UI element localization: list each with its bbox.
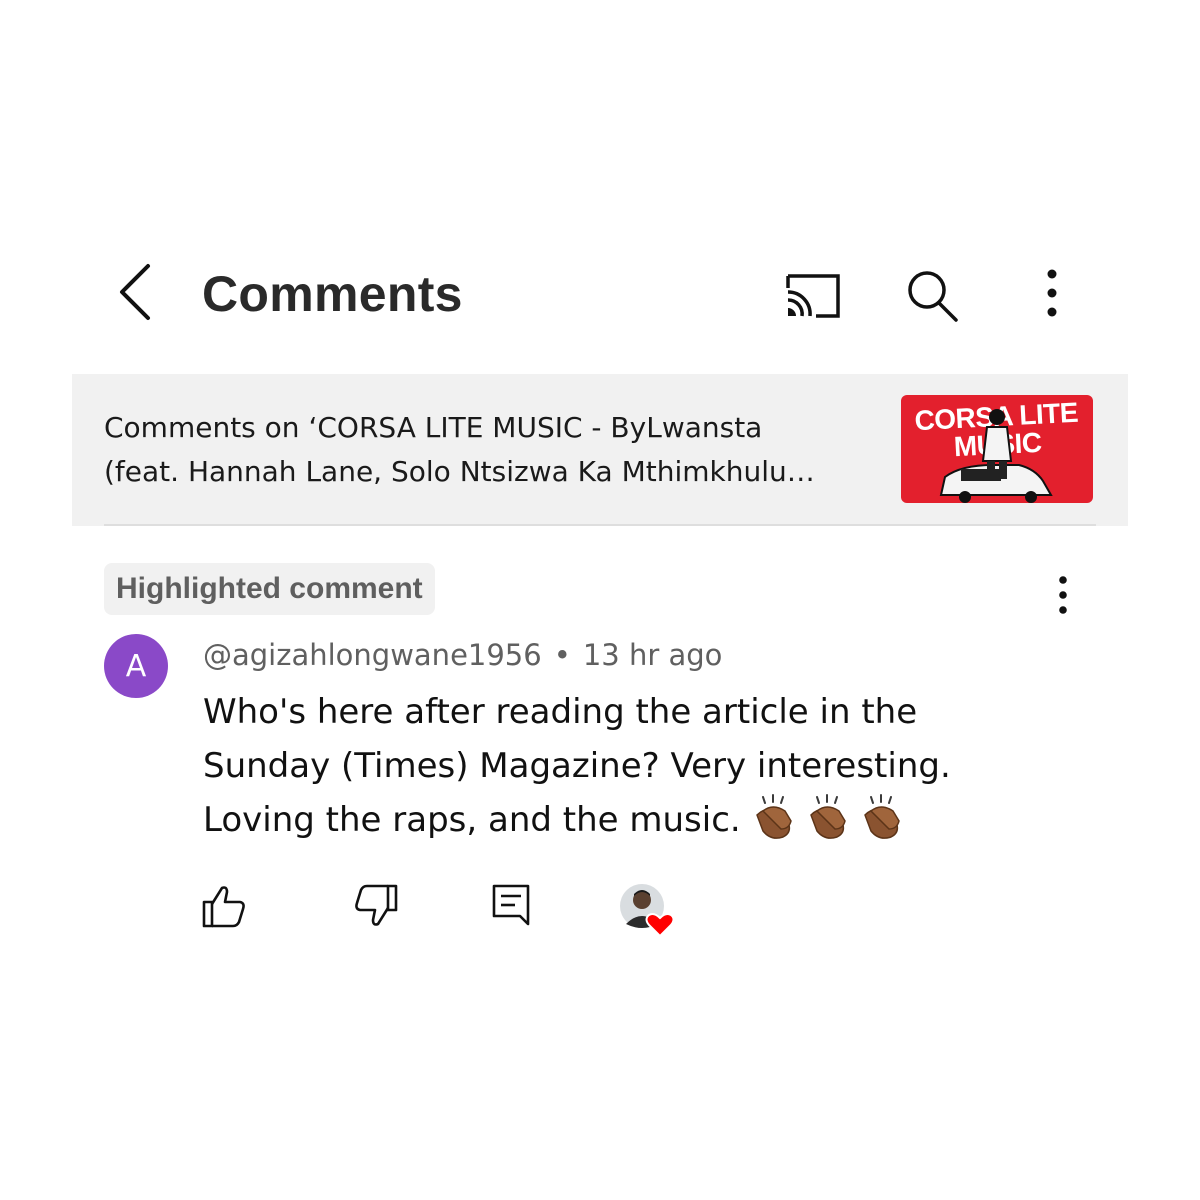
- chevron-left-icon: [120, 264, 150, 320]
- top-bar: Comments: [0, 240, 1200, 350]
- video-thumbnail[interactable]: CORSA LITE MUSIC: [901, 395, 1093, 503]
- search-button[interactable]: [902, 266, 962, 326]
- comment-text-line: Loving the raps, and the music.: [203, 793, 1083, 847]
- comment-author[interactable]: @agizahlongwane1956: [203, 638, 542, 672]
- cast-icon: [786, 274, 840, 318]
- comment-options-button[interactable]: [1040, 570, 1086, 620]
- video-title-line: (feat. Hannah Lane, Solo Ntsizwa Ka Mthi…: [104, 455, 815, 488]
- thumbnail-art: [939, 409, 1053, 503]
- reply-icon: [492, 884, 530, 926]
- comment-meta: @agizahlongwane1956 • 13 hr ago: [203, 634, 722, 676]
- thumbs-up-icon: [202, 886, 245, 928]
- comment-text-line: Who's here after reading the article in …: [203, 692, 918, 732]
- highlighted-comment-badge: Highlighted comment: [104, 563, 435, 615]
- creator-heart: [618, 882, 680, 938]
- emoji-group: [749, 793, 905, 841]
- comment-text: Who's here after reading the article in …: [203, 685, 1083, 847]
- page-title: Comments: [202, 266, 463, 322]
- clapping-hands-icon: [755, 794, 792, 839]
- search-icon: [908, 271, 958, 322]
- clapping-hands-icon: [809, 794, 846, 839]
- divider: [104, 524, 1096, 526]
- creator-heart-icon: [620, 884, 675, 938]
- comments-page: Comments Comments on ‘CORSA LITE MUSIC -…: [0, 0, 1200, 1200]
- comment-text-line: Sunday (Times) Magazine? Very interestin…: [203, 746, 951, 786]
- dislike-button[interactable]: [350, 880, 402, 932]
- comment-actions: [0, 880, 1200, 940]
- reply-button[interactable]: [486, 880, 538, 932]
- more-options-button[interactable]: [1022, 266, 1082, 326]
- video-title-line: Comments on ‘CORSA LITE MUSIC - ByLwanst…: [104, 411, 763, 444]
- thumbs-down-icon: [355, 884, 398, 926]
- like-button[interactable]: [198, 880, 250, 932]
- comment-timestamp: 13 hr ago: [582, 638, 723, 672]
- more-vertical-icon: [1047, 269, 1057, 317]
- more-vertical-icon: [1059, 576, 1067, 614]
- video-context-bar[interactable]: Comments on ‘CORSA LITE MUSIC - ByLwanst…: [72, 374, 1128, 526]
- separator-dot: •: [553, 638, 571, 672]
- back-button[interactable]: [108, 262, 164, 326]
- cast-button[interactable]: [780, 266, 840, 326]
- avatar[interactable]: A: [104, 634, 168, 698]
- video-title: Comments on ‘CORSA LITE MUSIC - ByLwanst…: [104, 406, 884, 494]
- clapping-hands-icon: [863, 794, 900, 839]
